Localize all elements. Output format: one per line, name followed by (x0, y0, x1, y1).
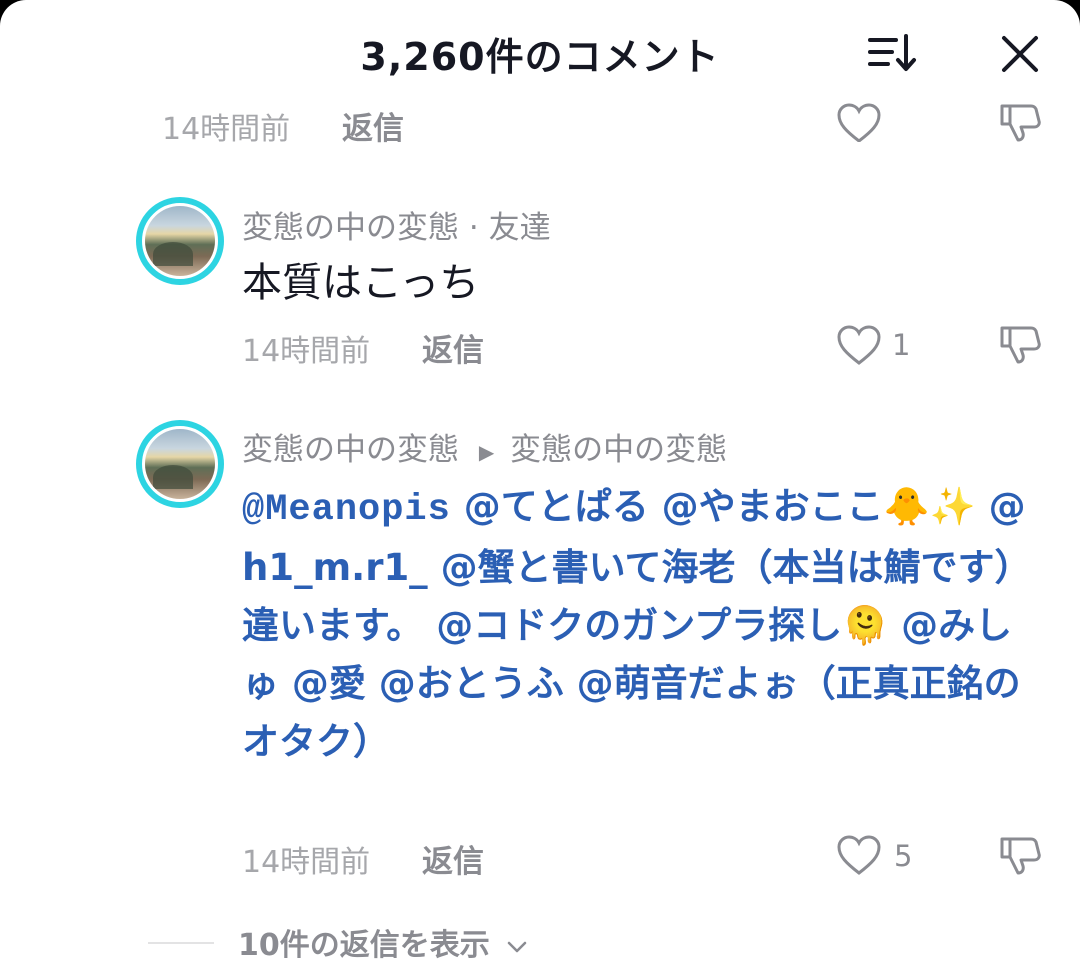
like-count: 1 (892, 328, 911, 362)
dislike-icon[interactable] (998, 833, 1044, 879)
reply-arrow-icon: ▶ (478, 439, 495, 464)
divider (148, 942, 214, 944)
view-replies-button[interactable]: 10件の返信を表示 (238, 920, 528, 964)
mention-comment-text: @Meanopis @てとぱる @やまおここ🐥✨ @h1_m.r1_ @蟹と書い… (242, 478, 1042, 771)
mention-link[interactable]: @おとうふ (379, 662, 564, 705)
chevron-down-icon[interactable] (506, 940, 528, 954)
heart-icon[interactable] (836, 102, 882, 142)
reply-button[interactable]: 返信 (422, 836, 484, 881)
view-replies-label[interactable]: 10件の返信を表示 (238, 928, 490, 963)
friend-badge: 友達 (488, 210, 551, 246)
dislike-icon[interactable] (998, 100, 1044, 146)
mention-link[interactable]: @Meanopis (242, 489, 451, 531)
mention-link[interactable]: @愛 (292, 662, 366, 705)
comment-text: 本質はこっち (242, 260, 480, 306)
like-count: 5 (894, 839, 913, 873)
comment-username[interactable]: 変態の中の変態 (242, 210, 459, 246)
comments-sheet: 3,260件のコメント 14時間前 返信 変態の中の変態 · 友達 本質はこっち… (0, 0, 1080, 980)
comment-username-row[interactable]: 変態の中の変態 ▶ 変態の中の変態 (242, 424, 727, 469)
heart-icon[interactable] (836, 324, 882, 366)
comment-username[interactable]: 変態の中の変態 (242, 432, 459, 468)
separator-dot: · (468, 210, 479, 246)
dislike-icon[interactable] (998, 322, 1044, 368)
avatar-image (145, 206, 215, 276)
mention-link[interactable]: @コドクのガンプラ探し🫠 (436, 604, 888, 647)
reply-to-username[interactable]: 変態の中の変態 (510, 432, 727, 468)
avatar[interactable] (136, 197, 224, 285)
close-icon[interactable] (996, 30, 1044, 78)
mention-link[interactable]: @てとぱる (464, 485, 649, 528)
reply-button[interactable]: 返信 (422, 325, 484, 370)
mention-link[interactable]: @やまおここ🐥✨ (662, 485, 976, 528)
comment-username-row[interactable]: 変態の中の変態 · 友達 (242, 202, 551, 247)
comment-time: 14時間前 (242, 334, 371, 369)
avatar-image (145, 429, 215, 499)
heart-icon[interactable] (836, 834, 882, 876)
sort-list-icon[interactable] (862, 30, 922, 76)
comments-header: 3,260件のコメント (0, 0, 1080, 100)
avatar[interactable] (136, 420, 224, 508)
comment-time: 14時間前 (162, 112, 291, 147)
comment-time: 14時間前 (242, 845, 371, 880)
reply-button[interactable]: 返信 (342, 103, 404, 148)
